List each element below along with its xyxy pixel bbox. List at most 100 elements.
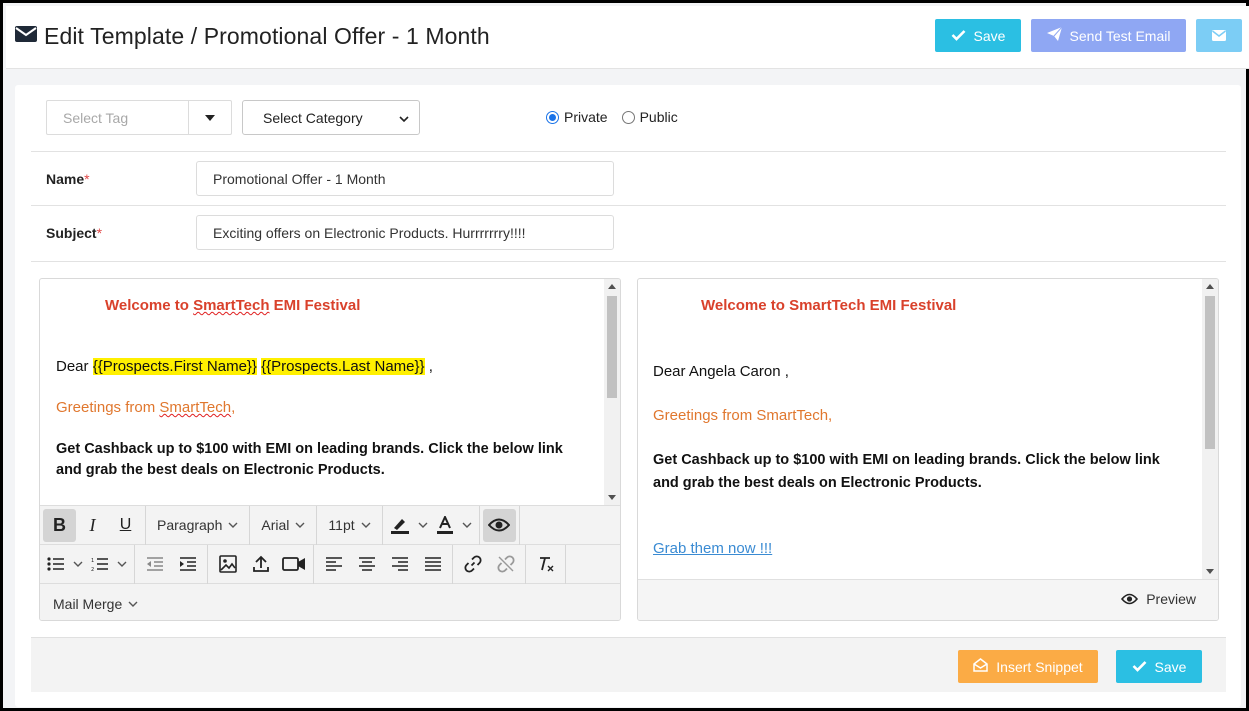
merge-field-first-name[interactable]: {{Prospects.First Name}}	[92, 358, 257, 375]
caret-down-icon[interactable]	[189, 101, 231, 134]
save-button[interactable]: Save	[935, 19, 1021, 52]
insert-snippet-label: Insert Snippet	[996, 658, 1083, 675]
editor-scrollbar[interactable]	[604, 279, 620, 505]
divider	[31, 261, 1226, 262]
scroll-down-icon[interactable]	[608, 495, 616, 500]
align-left-icon	[325, 557, 342, 571]
font-size-dropdown[interactable]: 11pt	[317, 505, 383, 545]
mail-merge-dropdown[interactable]: Mail Merge	[40, 596, 146, 612]
greetings-suffix: ,	[231, 399, 236, 416]
chevron-down-icon[interactable]	[462, 522, 472, 528]
preview-button-label: Preview	[1146, 591, 1196, 607]
envelope-icon	[1212, 28, 1226, 44]
svg-text:1: 1	[91, 558, 94, 564]
merge-field-last-name[interactable]: {{Prospects.Last Name}}	[261, 358, 425, 375]
chevron-down-icon	[295, 522, 305, 528]
align-left-button[interactable]	[317, 548, 350, 581]
category-select[interactable]: Select Category	[242, 100, 420, 135]
video-icon	[281, 557, 305, 571]
toolbar-group-lists: 12	[40, 544, 135, 584]
preview-scrollbar[interactable]	[1202, 279, 1218, 579]
scroll-up-icon[interactable]	[1206, 284, 1214, 289]
preview-welcome-heading: Welcome to SmartTech EMI Festival	[701, 297, 957, 314]
app-frame: Edit Template / Promotional Offer - 1 Mo…	[0, 0, 1249, 711]
link-icon	[463, 555, 482, 573]
align-right-icon	[391, 557, 408, 571]
text-color-icon	[436, 516, 453, 534]
align-center-button[interactable]	[350, 548, 383, 581]
page-title: Edit Template / Promotional Offer - 1 Mo…	[44, 23, 490, 49]
insert-link-button[interactable]	[456, 548, 489, 581]
editor-content[interactable]: Welcome to SmartTech EMI Festival Dear {…	[40, 279, 606, 505]
outdent-icon	[146, 557, 163, 571]
numbered-list-button[interactable]: 12	[87, 548, 131, 581]
chevron-down-icon[interactable]	[418, 522, 428, 528]
highlight-color-button[interactable]	[386, 509, 432, 542]
toolbar-group-clear	[526, 544, 566, 584]
text-color-button[interactable]	[432, 509, 476, 542]
chevron-down-icon	[128, 601, 138, 607]
welcome-prefix: Welcome to	[105, 297, 194, 314]
name-input[interactable]: Promotional Offer - 1 Month	[196, 161, 614, 196]
chevron-down-icon[interactable]	[117, 561, 127, 567]
greetings-brand: SmartTech	[159, 399, 232, 416]
align-right-button[interactable]	[383, 548, 416, 581]
preview-greetings-line: Greetings from SmartTech,	[653, 407, 833, 424]
block-format-value: Paragraph	[157, 517, 223, 533]
page-header: Edit Template / Promotional Offer - 1 Mo…	[15, 23, 490, 50]
save-button[interactable]: Save	[1116, 650, 1202, 683]
dear-line: Dear {{Prospects.First Name}} {{Prospect…	[56, 358, 433, 375]
bold-button[interactable]: B	[43, 508, 76, 542]
scroll-down-icon[interactable]	[1206, 569, 1214, 574]
unlink-button[interactable]	[489, 548, 522, 581]
greetings-line: Greetings from SmartTech,	[56, 399, 235, 416]
align-justify-button[interactable]	[416, 548, 449, 581]
public-radio[interactable]	[621, 110, 635, 124]
insert-snippet-button[interactable]: Insert Snippet	[958, 650, 1098, 683]
required-mark: *	[96, 225, 103, 241]
subject-input[interactable]: Exciting offers on Electronic Products. …	[196, 215, 614, 250]
visibility-radio-group: Private Public	[546, 109, 692, 125]
toolbar-group-links	[453, 544, 526, 584]
preview-content: Welcome to SmartTech EMI Festival Dear A…	[638, 279, 1204, 579]
chevron-down-icon	[361, 522, 371, 528]
bullet-list-button[interactable]	[43, 548, 87, 581]
unlink-icon	[496, 555, 515, 573]
send-test-email-button[interactable]: Send Test Email	[1031, 19, 1186, 52]
block-format-dropdown[interactable]: Paragraph	[146, 505, 251, 545]
insert-image-button[interactable]	[211, 548, 244, 581]
indent-icon	[179, 557, 196, 571]
clear-formatting-button[interactable]	[529, 548, 562, 581]
scrollbar-thumb[interactable]	[607, 296, 617, 398]
public-radio-label[interactable]: Public	[640, 109, 678, 125]
paper-plane-icon	[1046, 26, 1070, 44]
scrollbar-thumb[interactable]	[1205, 296, 1215, 449]
private-radio[interactable]	[546, 110, 559, 124]
subject-label: Subject*	[46, 225, 102, 241]
private-radio-label[interactable]: Private	[564, 109, 608, 125]
bullet-list-icon	[47, 557, 64, 571]
upload-button[interactable]	[244, 548, 277, 581]
insert-video-button[interactable]	[277, 548, 310, 581]
grab-them-now-link[interactable]: Grab them now !!!	[653, 540, 772, 557]
email-button[interactable]	[1196, 19, 1242, 52]
chevron-down-icon[interactable]	[73, 561, 83, 567]
preview-toggle-button[interactable]	[482, 508, 516, 542]
upload-icon	[252, 555, 269, 572]
subject-label-text: Subject	[46, 225, 97, 241]
italic-button[interactable]: I	[76, 509, 109, 542]
scroll-up-icon[interactable]	[608, 284, 616, 289]
tag-select-placeholder: Select Tag	[47, 101, 189, 134]
align-justify-icon	[424, 557, 441, 571]
indent-button[interactable]	[171, 548, 204, 581]
outdent-button[interactable]	[138, 548, 171, 581]
tag-select[interactable]: Select Tag	[46, 100, 232, 135]
clear-formatting-icon	[539, 557, 553, 572]
preview-button[interactable]: Preview	[1121, 591, 1196, 607]
underline-button[interactable]: U	[109, 509, 142, 542]
font-family-dropdown[interactable]: Arial	[250, 505, 318, 545]
toolbar-group-indent	[135, 544, 208, 584]
check-icon	[951, 28, 974, 44]
editor-toolbar: B I U Paragraph Arial 11pt 1 2 Mail Merg…	[40, 505, 620, 620]
toolbar-group-colors	[383, 505, 480, 545]
